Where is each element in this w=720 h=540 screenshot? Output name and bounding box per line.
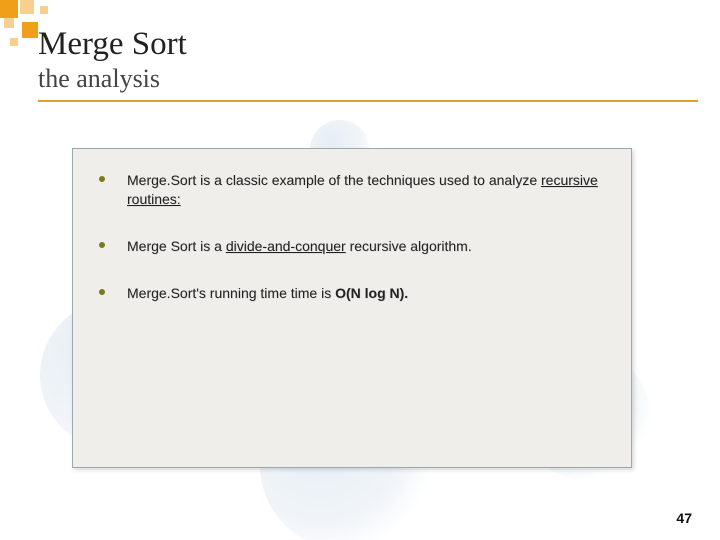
bullet-icon: [99, 242, 105, 248]
title-underline: [38, 100, 698, 102]
text-bold: O(N log N).: [335, 285, 408, 301]
text-span: recursive algorithm.: [346, 238, 472, 254]
bullet-icon: [99, 176, 105, 182]
list-item: Merge Sort is a divide-and-conquer recur…: [99, 237, 605, 256]
bullet-icon: [99, 289, 105, 295]
content-box: Merge.Sort is a classic example of the t…: [72, 148, 632, 468]
bullet-text: Merge Sort is a divide-and-conquer recur…: [127, 237, 605, 256]
slide-subtitle: the analysis: [38, 64, 700, 94]
text-span: Merge Sort is a: [127, 238, 226, 254]
text-span: Merge.Sort is a classic example of the t…: [127, 172, 541, 188]
bullet-text: Merge.Sort's running time time is O(N lo…: [127, 284, 605, 303]
list-item: Merge.Sort is a classic example of the t…: [99, 171, 605, 209]
text-underline: divide-and-conquer: [226, 238, 346, 254]
bullet-text: Merge.Sort is a classic example of the t…: [127, 171, 605, 209]
list-item: Merge.Sort's running time time is O(N lo…: [99, 284, 605, 303]
page-number: 47: [676, 510, 692, 526]
title-block: Merge Sort the analysis: [38, 26, 700, 102]
slide: Merge Sort the analysis Merge.Sort is a …: [0, 0, 720, 540]
text-span: Merge.Sort's running time time is: [127, 285, 335, 301]
slide-title: Merge Sort: [38, 26, 700, 62]
